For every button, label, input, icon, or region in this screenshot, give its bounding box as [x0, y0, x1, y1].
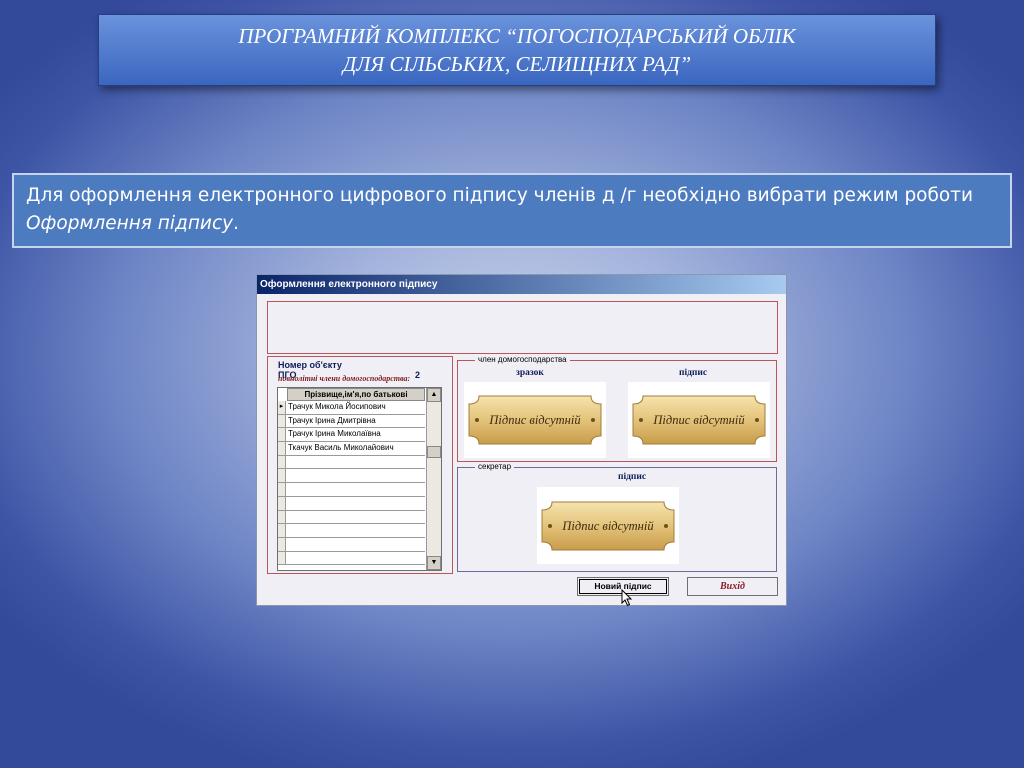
members-caption: повнолітні члени домогосподарства:	[278, 374, 411, 383]
table-row[interactable]	[278, 483, 425, 497]
no-signature-text: Підпис відсутній	[561, 519, 654, 533]
row-selector[interactable]	[278, 469, 286, 483]
scroll-thumb[interactable]	[427, 446, 441, 458]
table-row[interactable]: ▸ Трачук Микола Йосипович	[278, 401, 425, 415]
table-row[interactable]	[278, 524, 425, 538]
info-text-mode-name: Оформлення підпису	[26, 213, 234, 234]
row-selector[interactable]	[278, 537, 286, 551]
grid-scrollbar[interactable]: ▲ ▼	[426, 388, 441, 570]
grid-header-name[interactable]: Прізвище,ім'я,по батькові	[287, 388, 425, 401]
row-selector[interactable]	[278, 551, 286, 565]
scroll-up-button[interactable]: ▲	[427, 388, 441, 402]
secretary-signature-label: підпис	[618, 472, 647, 482]
sample-signature-panel: Підпис відсутній	[464, 382, 606, 458]
table-row[interactable]: Трачук Ірина Миколаївна	[278, 428, 425, 443]
no-signature-text: Підпис відсутній	[488, 413, 581, 427]
row-selector[interactable]	[278, 524, 286, 537]
exit-button[interactable]: Вихід	[687, 577, 778, 596]
no-signature-text: Підпис відсутній	[652, 413, 745, 427]
table-row[interactable]	[278, 455, 425, 470]
no-signature-plaque: Підпис відсутній	[541, 501, 675, 550]
table-row[interactable]: Трачук Ірина Дмитрівна	[278, 414, 425, 429]
mouse-cursor-icon	[621, 589, 633, 607]
row-selector[interactable]	[278, 414, 286, 428]
member-signature-group: член домогосподарства зразок підпис Підп…	[457, 355, 777, 462]
row-selector[interactable]	[278, 428, 286, 442]
row-selector[interactable]	[278, 455, 286, 469]
slide-title: ПРОГРАМНИЙ КОМПЛЕКС “ПОГОСПОДАРСЬКИЙ ОБЛ…	[98, 14, 936, 86]
row-selector[interactable]: ▸	[278, 401, 286, 414]
table-row[interactable]	[278, 537, 425, 552]
member-group-label: член домогосподарства	[475, 355, 570, 365]
member-name: Ткачук Василь Миколайович	[288, 443, 394, 453]
table-row[interactable]	[278, 469, 425, 484]
no-signature-plaque: Підпис відсутній	[632, 395, 766, 445]
table-row[interactable]	[278, 496, 425, 511]
row-selector[interactable]	[278, 442, 286, 455]
row-selector[interactable]	[278, 510, 286, 524]
sample-label: зразок	[516, 368, 544, 378]
info-text: Для оформлення електронного цифрового пі…	[12, 173, 1012, 248]
member-name: Трачук Микола Йосипович	[288, 402, 386, 411]
info-text-plain: Для оформлення електронного цифрового пі…	[26, 185, 974, 206]
table-row[interactable]	[278, 551, 425, 566]
member-signature-panel: Підпис відсутній	[628, 382, 770, 458]
members-grid[interactable]: Прізвище,ім'я,по батькові ▸ Трачук Микола…	[277, 387, 442, 571]
window-title-bar[interactable]: Оформлення електронного підпису	[257, 275, 786, 294]
table-row[interactable]: Ткачук Василь Миколайович	[278, 442, 425, 456]
secretary-signature-panel: Підпис відсутній	[537, 487, 679, 564]
member-name: Трачук Ірина Дмитрівна	[288, 415, 376, 425]
slide-title-line-2: ДЛЯ СІЛЬСЬКИХ, СЕЛИЩНИХ РАД”	[342, 52, 692, 76]
grid-rows: ▸ Трачук Микола Йосипович Трачук Ірина Дми…	[278, 401, 425, 566]
secretary-group-label: секретар	[475, 462, 515, 472]
message-area	[267, 301, 778, 354]
info-text-end: .	[233, 213, 239, 234]
scroll-down-button[interactable]: ▼	[427, 556, 441, 570]
member-name: Трачук Ірина Миколаївна	[288, 429, 381, 439]
signature-window: Оформлення електронного підпису Номер об…	[256, 274, 787, 607]
members-panel: Номер об'єкту ПГО 2 повнолітні члени домо…	[267, 356, 453, 574]
table-row[interactable]	[278, 510, 425, 525]
no-signature-plaque: Підпис відсутній	[468, 395, 602, 445]
row-selector[interactable]	[278, 483, 286, 496]
secretary-signature-group: секретар підпис Підпис відсутній	[457, 462, 777, 572]
row-selector[interactable]	[278, 496, 286, 510]
slide-title-line-1: ПРОГРАМНИЙ КОМПЛЕКС “ПОГОСПОДАРСЬКИЙ ОБЛ…	[238, 24, 796, 48]
member-signature-label: підпис	[679, 368, 708, 378]
